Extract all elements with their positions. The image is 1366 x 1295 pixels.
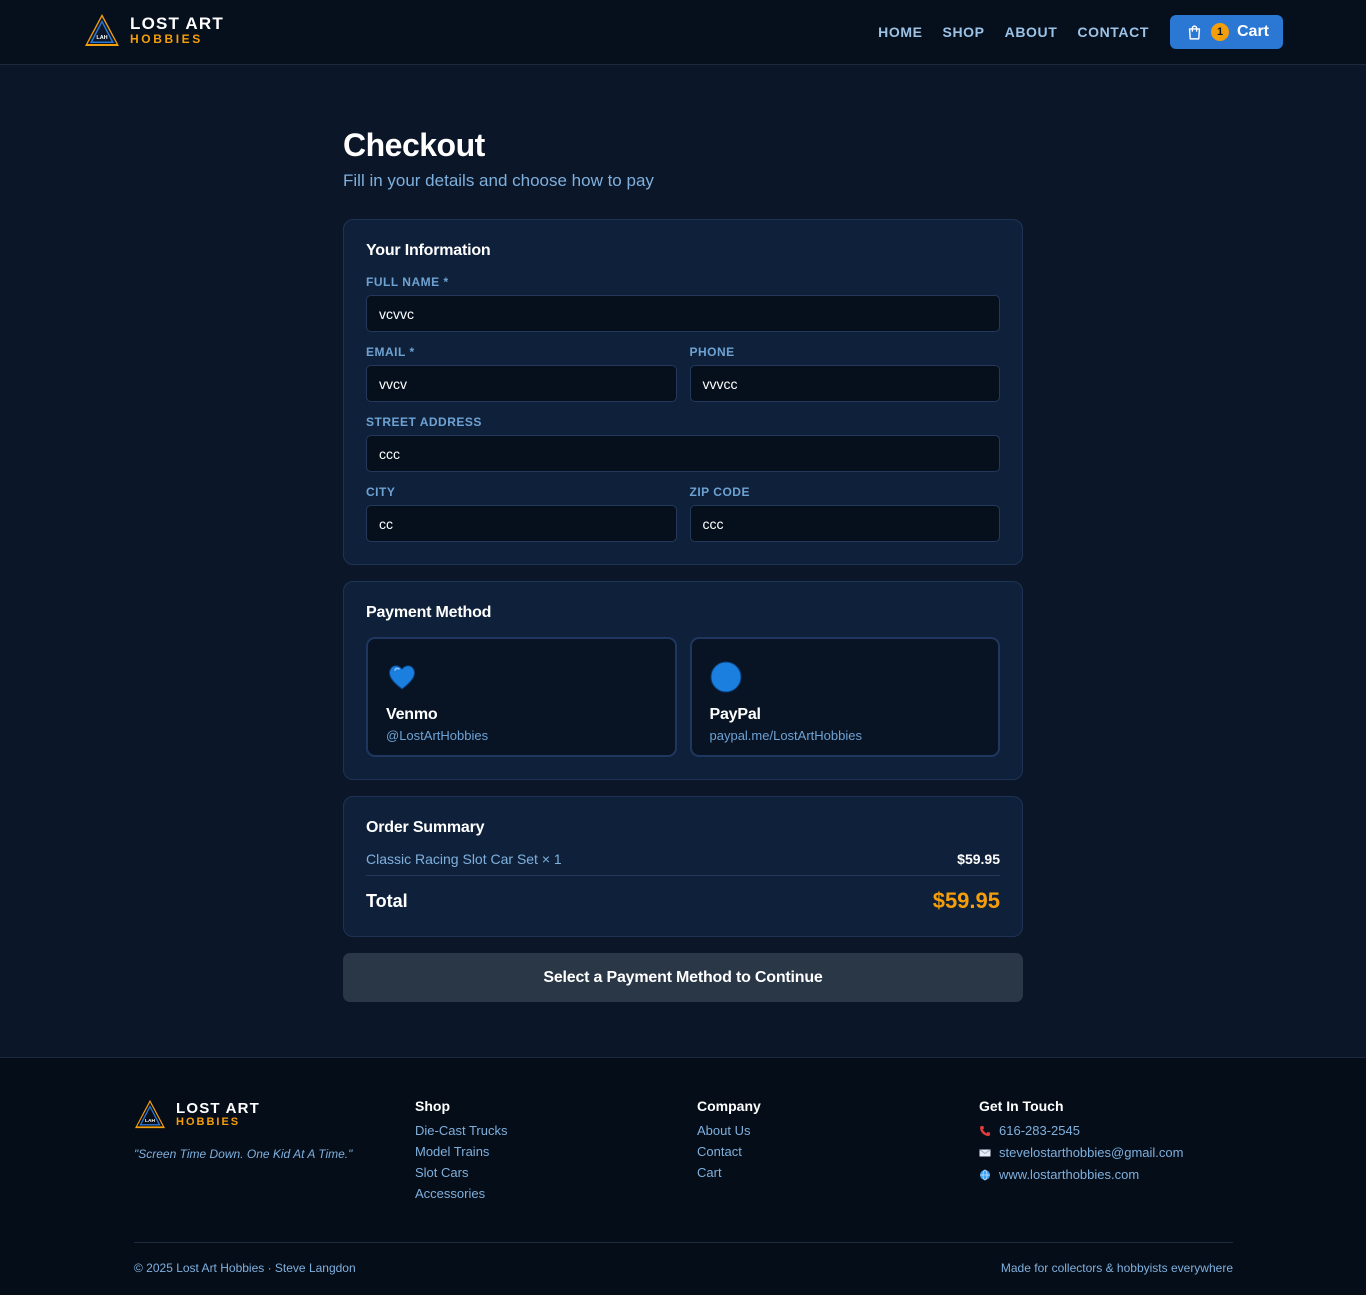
summary-total: Total $59.95 <box>366 876 1000 914</box>
footer-website[interactable]: www.lostarthobbies.com <box>979 1167 1183 1182</box>
full-name-input[interactable]: vcvvc <box>366 295 1000 332</box>
footer-link-about-us[interactable]: About Us <box>697 1123 761 1138</box>
summary-line-item: Classic Racing Slot Car Set × 1 $59.95 <box>366 841 1000 876</box>
phone-label: PHONE <box>689 345 735 359</box>
footer-link-contact[interactable]: Contact <box>697 1144 761 1159</box>
triangle-logo-icon: LAH <box>135 1099 165 1129</box>
cart-label: Cart <box>1237 23 1270 40</box>
order-summary-card: Order Summary Classic Racing Slot Car Se… <box>343 796 1023 937</box>
zip-code-input[interactable]: ccc <box>689 505 1000 542</box>
footer-email-text: stevelostarthobbies@gmail.com <box>999 1145 1184 1160</box>
footer-contact-column: Get In Touch 616-283-2545 stevelostartho… <box>979 1098 1183 1189</box>
brand-logo[interactable]: LAH LOST ART HOBBIES <box>84 13 224 47</box>
nav-contact[interactable]: CONTACT <box>1077 24 1149 40</box>
circle-icon <box>710 661 741 693</box>
payment-method-card: Payment Method Venmo @LostArtHobbies Pay… <box>343 581 1023 780</box>
page-title: Checkout <box>343 127 485 163</box>
email-label: EMAIL * <box>366 345 415 359</box>
street-address-label: STREET ADDRESS <box>366 415 482 429</box>
city-label: CITY <box>366 485 396 499</box>
svg-text:LAH: LAH <box>145 1118 155 1124</box>
brand-subname: HOBBIES <box>130 32 203 46</box>
cart-count-badge: 1 <box>1211 23 1229 41</box>
shopping-bag-icon <box>1188 24 1201 40</box>
main-nav: HOME SHOP ABOUT CONTACT 1 Cart <box>878 15 1283 49</box>
nav-shop[interactable]: SHOP <box>943 24 985 40</box>
footer-link-model-trains[interactable]: Model Trains <box>415 1144 507 1159</box>
footer-website-text: www.lostarthobbies.com <box>999 1167 1140 1182</box>
paypal-option[interactable]: PayPal paypal.me/LostArtHobbies <box>689 637 1000 757</box>
footer-contact-title: Get In Touch <box>979 1098 1064 1114</box>
footer-company-column: Company About Us Contact Cart <box>697 1098 761 1186</box>
footer-brand-subname: HOBBIES <box>176 1115 241 1128</box>
phone-input[interactable]: vvvcc <box>689 365 1000 402</box>
nav-home[interactable]: HOME <box>878 24 922 40</box>
footer-phone-text: 616-283-2545 <box>999 1123 1080 1138</box>
footer-link-cart[interactable]: Cart <box>697 1165 761 1180</box>
footer-link-accessories[interactable]: Accessories <box>415 1186 507 1201</box>
total-label: Total <box>366 890 408 911</box>
section-title: Payment Method <box>366 604 492 621</box>
footer-brand-name: LOST ART <box>176 1099 261 1117</box>
item-name: Classic Racing Slot Car Set × 1 <box>366 851 562 867</box>
footer-phone[interactable]: 616-283-2545 <box>979 1123 1183 1138</box>
venmo-option[interactable]: Venmo @LostArtHobbies <box>366 637 677 757</box>
globe-icon <box>980 1169 990 1180</box>
envelope-icon <box>979 1148 991 1156</box>
nav-about[interactable]: ABOUT <box>1005 24 1058 40</box>
paypal-name: PayPal <box>709 706 761 723</box>
total-value: $59.95 <box>932 888 1000 913</box>
zip-code-label: ZIP CODE <box>689 485 750 499</box>
footer-shop-title: Shop <box>415 1098 450 1114</box>
heart-icon <box>388 665 416 690</box>
footer-copyright: © 2025 Lost Art Hobbies · Steve Langdon <box>134 1261 356 1275</box>
checkout-main: Checkout Fill in your details and choose… <box>343 65 1023 1002</box>
top-navbar: LAH LOST ART HOBBIES HOME SHOP ABOUT CON… <box>0 0 1366 65</box>
triangle-logo-icon: LAH <box>85 14 119 46</box>
footer-link-die-cast-trucks[interactable]: Die-Cast Trucks <box>415 1123 507 1138</box>
full-name-label: FULL NAME * <box>366 275 449 289</box>
section-title: Your Information <box>366 242 491 259</box>
phone-icon <box>980 1125 990 1136</box>
footer-link-slot-cars[interactable]: Slot Cars <box>415 1165 507 1180</box>
footer-made-for: Made for collectors & hobbyists everywhe… <box>1000 1261 1233 1275</box>
continue-button[interactable]: Select a Payment Method to Continue <box>343 953 1023 1002</box>
venmo-name: Venmo <box>386 706 438 723</box>
email-input[interactable]: vvcv <box>366 365 677 402</box>
section-title: Order Summary <box>366 819 485 836</box>
item-price: $59.95 <box>957 851 1000 867</box>
city-input[interactable]: cc <box>366 505 677 542</box>
site-footer: LAH LOST ART HOBBIES "Screen Time Down. … <box>0 1057 1366 1295</box>
footer-tagline: "Screen Time Down. One Kid At A Time." <box>134 1147 353 1161</box>
footer-divider <box>134 1242 1233 1243</box>
street-address-input[interactable]: ccc <box>366 435 1000 472</box>
page-subtitle: Fill in your details and choose how to p… <box>343 171 654 190</box>
footer-brand[interactable]: LAH LOST ART HOBBIES <box>134 1099 260 1129</box>
footer-email[interactable]: stevelostarthobbies@gmail.com <box>979 1145 1183 1160</box>
venmo-handle: @LostArtHobbies <box>386 728 489 743</box>
your-information-card: Your Information FULL NAME * vcvvc EMAIL… <box>343 219 1023 565</box>
paypal-handle: paypal.me/LostArtHobbies <box>709 728 862 743</box>
footer-company-title: Company <box>697 1098 761 1114</box>
footer-shop-column: Shop Die-Cast Trucks Model Trains Slot C… <box>415 1098 507 1207</box>
svg-text:LAH: LAH <box>96 35 107 41</box>
cart-button[interactable]: 1 Cart <box>1170 15 1283 49</box>
brand-name: LOST ART <box>130 14 224 33</box>
